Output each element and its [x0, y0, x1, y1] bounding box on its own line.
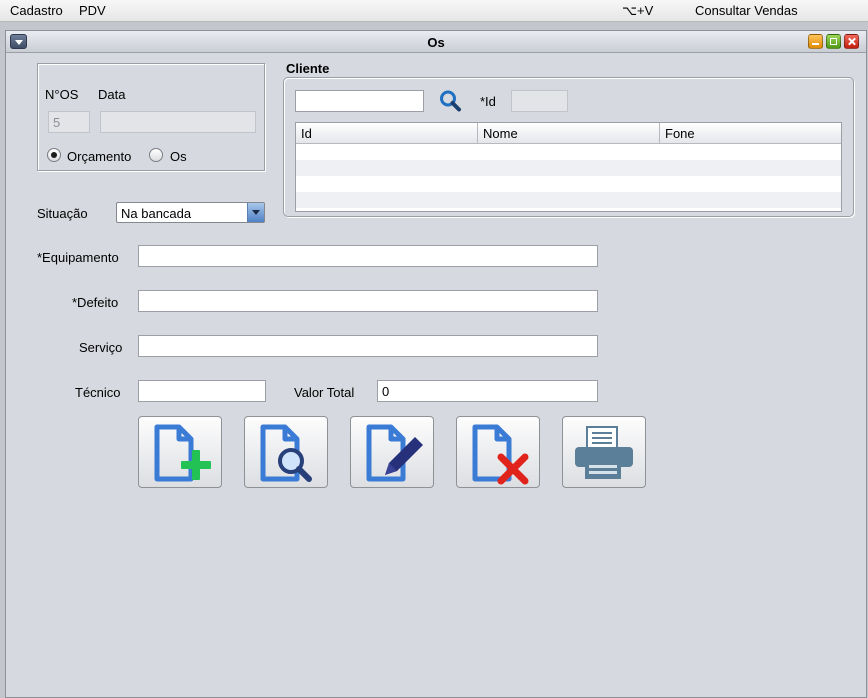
servico-label: Serviço — [79, 340, 123, 355]
table-row[interactable] — [296, 144, 841, 160]
delete-button[interactable] — [456, 416, 540, 488]
edit-document-icon — [366, 424, 423, 482]
printer-icon — [575, 426, 633, 479]
minimize-icon[interactable] — [808, 34, 823, 49]
defeito-label: *Defeito — [72, 295, 119, 310]
edit-button[interactable] — [350, 416, 434, 488]
tecnico-label: Técnico — [75, 385, 121, 400]
radio-orcamento-label: Orçamento — [67, 149, 132, 164]
radio-os[interactable] — [149, 148, 163, 162]
search-document-icon — [260, 424, 312, 482]
os-window: Os N°OS Data 5 Orçamento Os Cliente *Id … — [5, 30, 867, 698]
column-header-fone[interactable]: Fone — [660, 123, 841, 144]
valor-total-label: Valor Total — [294, 385, 355, 400]
tecnico-field[interactable] — [138, 380, 266, 402]
table-row[interactable] — [296, 160, 841, 176]
radio-os-label: Os — [170, 149, 187, 164]
cliente-title: Cliente — [286, 61, 330, 76]
search-button[interactable] — [244, 416, 328, 488]
delete-document-icon — [472, 424, 529, 485]
menu-cadastro[interactable]: Cadastro — [10, 3, 63, 18]
add-button[interactable] — [138, 416, 222, 488]
menu-shortcut[interactable]: ⌥+V — [622, 3, 653, 19]
table-row[interactable] — [296, 176, 841, 192]
cliente-search-input[interactable] — [295, 90, 424, 112]
data-label: Data — [98, 87, 126, 102]
cliente-table[interactable]: Id Nome Fone — [295, 122, 842, 212]
window-titlebar[interactable]: Os — [6, 31, 866, 53]
situacao-select[interactable]: Na bancada — [116, 202, 265, 223]
menu-consultar-vendas[interactable]: Consultar Vendas — [695, 3, 798, 18]
chevron-down-icon[interactable] — [247, 203, 264, 222]
servico-field[interactable] — [138, 335, 598, 357]
radio-orcamento[interactable] — [47, 148, 61, 162]
nos-label: N°OS — [45, 87, 79, 102]
window-title: Os — [427, 35, 445, 50]
equipamento-field[interactable] — [138, 245, 598, 267]
close-icon[interactable] — [844, 34, 859, 49]
column-header-id[interactable]: Id — [296, 123, 478, 144]
cliente-id-field[interactable] — [511, 90, 568, 112]
nos-field[interactable]: 5 — [48, 111, 90, 133]
situacao-value: Na bancada — [121, 206, 192, 221]
id-label: *Id — [480, 94, 496, 109]
add-document-icon — [154, 424, 211, 482]
menubar: Cadastro PDV ⌥+V Consultar Vendas — [0, 0, 868, 22]
print-button[interactable] — [562, 416, 646, 488]
menu-pdv[interactable]: PDV — [79, 3, 106, 18]
data-field[interactable] — [100, 111, 256, 133]
column-header-nome[interactable]: Nome — [478, 123, 660, 144]
defeito-field[interactable] — [138, 290, 598, 312]
situacao-label: Situação — [37, 206, 88, 221]
table-row[interactable] — [296, 192, 841, 208]
equipamento-label: *Equipamento — [37, 250, 119, 265]
valor-total-field[interactable]: 0 — [377, 380, 598, 402]
search-icon[interactable] — [438, 89, 462, 113]
maximize-icon[interactable] — [826, 34, 841, 49]
